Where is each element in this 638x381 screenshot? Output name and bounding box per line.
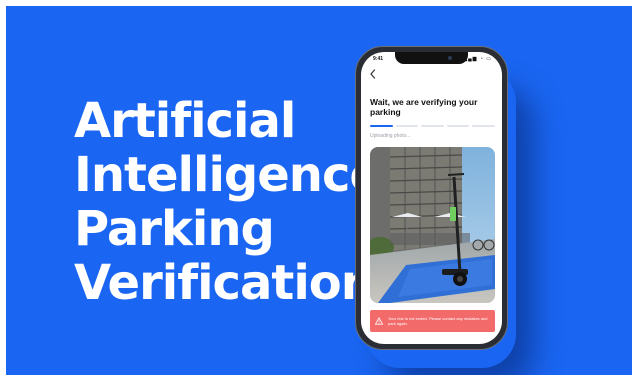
upload-status: Uploading photo... [370, 133, 411, 139]
headline-line-2: Intelligence [74, 147, 382, 203]
warning-message: Your ride is not ended. Please contact a… [388, 316, 488, 326]
warning-triangle-icon [375, 317, 383, 325]
status-icons: ▂▄▆ ◔ ▭ [463, 56, 492, 62]
page-title: Wait, we are verifying your parking [370, 97, 478, 117]
progress-segment [370, 125, 393, 127]
progress-segment [421, 125, 444, 127]
warning-banner: Your ride is not ended. Please contact a… [370, 310, 495, 332]
progress-segment [446, 125, 470, 127]
phone-screen: 9:41 ▂▄▆ ◔ ▭ Wait, we are verifying your… [361, 52, 502, 344]
headline: Artificial Intelligence Parking Verifica… [74, 93, 382, 311]
banner-background: Artificial Intelligence Parking Verifica… [6, 6, 632, 375]
headline-line-3: Parking [74, 201, 275, 257]
chevron-left-icon[interactable] [369, 69, 379, 79]
phone-mockup: 9:41 ▂▄▆ ◔ ▭ Wait, we are verifying your… [355, 46, 508, 350]
phone-notch [395, 52, 468, 64]
camera-icon [448, 56, 452, 60]
parking-photo [370, 147, 495, 303]
progress-segment [472, 125, 495, 127]
headline-line-1: Artificial [74, 93, 296, 149]
status-time: 9:41 [373, 56, 384, 62]
headline-line-4: Verification [74, 255, 375, 311]
progress-bar [370, 125, 495, 127]
progress-segment [395, 125, 419, 127]
